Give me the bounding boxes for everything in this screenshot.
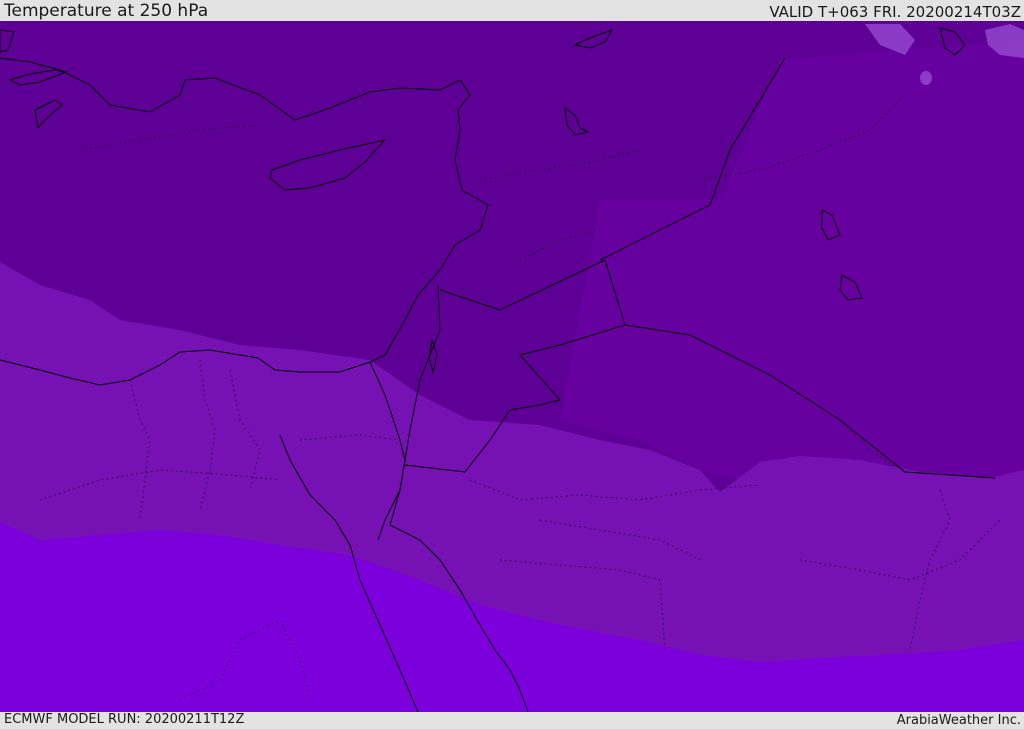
map-title: Temperature at 250 hPa — [4, 1, 209, 21]
model-run: ECMWF MODEL RUN: 20200211T12Z — [4, 712, 245, 727]
bottom-bar: ECMWF MODEL RUN: 20200211T12Z ArabiaWeat… — [0, 712, 1024, 729]
temperature-map[interactable] — [0, 21, 1024, 712]
credit: ArabiaWeather Inc. — [896, 713, 1021, 728]
top-bar: Temperature at 250 hPa VALID T+063 FRI. … — [0, 0, 1024, 21]
valid-time: VALID T+063 FRI. 20200214T03Z — [769, 3, 1021, 21]
